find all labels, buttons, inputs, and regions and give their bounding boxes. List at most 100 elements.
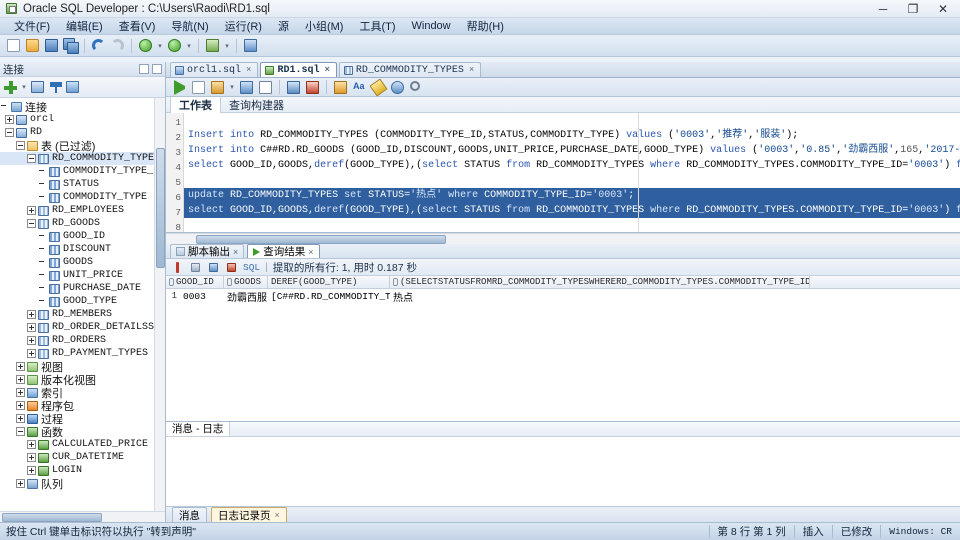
close-icon[interactable]: × <box>308 247 313 257</box>
sql-line[interactable]: Insert into C##RD.RD_GOODS (GOOD_ID,DISC… <box>184 143 960 158</box>
editor-horizontal-scrollbar[interactable] <box>166 233 960 244</box>
tree-item[interactable]: 程序包 <box>0 399 165 413</box>
result-tab-script-output[interactable]: 脚本输出 × <box>170 244 245 258</box>
rollback-icon[interactable] <box>304 79 321 96</box>
sql-line[interactable]: select GOOD_ID,GOODS,deref(GOOD_TYPE),(s… <box>184 158 960 173</box>
tree-item[interactable]: RD_GOODS <box>0 217 165 230</box>
editor-tab-rd1[interactable]: RD1.sql × <box>260 62 337 77</box>
tree-item[interactable]: LOGIN <box>0 464 165 477</box>
grid-column-header[interactable]: (SELECTSTATUSFROMRD_COMMODITY_TYPESWHERE… <box>390 276 811 288</box>
navigate-back-caret-icon[interactable]: ▾ <box>156 38 164 54</box>
expand-icon[interactable] <box>27 453 36 462</box>
table-row[interactable]: 10003劲霸西服[C##RD.RD_COMMODITY_TYPE]热点 <box>166 289 960 304</box>
navigate-forward-icon[interactable] <box>166 37 183 54</box>
expand-icon[interactable] <box>16 414 25 423</box>
tree-item[interactable]: 函数 <box>0 425 165 439</box>
tree-item[interactable]: 队列 <box>0 477 165 491</box>
tree-item[interactable]: DISCOUNT <box>0 243 165 256</box>
filter-icon[interactable] <box>50 81 63 94</box>
message-log-body[interactable] <box>166 437 960 506</box>
expand-icon[interactable] <box>27 440 36 449</box>
commit-icon[interactable] <box>285 79 302 96</box>
result-grid[interactable]: GOOD_ID GOODS DEREF(GOOD_TYPE) (SELECTSTATU… <box>166 276 960 422</box>
sql-history-icon[interactable] <box>257 79 274 96</box>
new-connection-icon[interactable] <box>4 80 17 94</box>
export-icon[interactable] <box>207 261 220 274</box>
sql-line[interactable] <box>184 218 960 232</box>
run-debug-caret-icon[interactable]: ▾ <box>223 38 231 54</box>
autotrace-icon[interactable] <box>238 79 255 96</box>
open-folder-icon[interactable] <box>24 37 41 54</box>
tree-item[interactable]: CUR_DATETIME <box>0 451 165 464</box>
minimize-button[interactable]: ─ <box>868 0 898 17</box>
collapse-icon[interactable] <box>5 128 14 137</box>
navigate-back-icon[interactable] <box>137 37 154 54</box>
menu-window[interactable]: Window <box>404 19 459 33</box>
tab-logging-page[interactable]: 日志记录页 × <box>211 507 287 522</box>
menu-edit[interactable]: 编辑(E) <box>58 17 111 35</box>
sql-editor[interactable]: 1 2 3 4 5 6 7 8 Insert into RD_COMMODITY_TYPES … <box>166 113 960 233</box>
expand-icon[interactable] <box>5 115 14 124</box>
menu-help[interactable]: 帮助(H) <box>459 17 512 35</box>
tree-vertical-scrollbar[interactable] <box>154 98 166 511</box>
snippet-icon[interactable] <box>389 79 406 96</box>
tree-item[interactable]: RD_MEMBERS <box>0 308 165 321</box>
sql-code-area[interactable]: Insert into RD_COMMODITY_TYPES (COMMODIT… <box>184 113 960 232</box>
connections-tree[interactable]: 连接 orcl RD 表 (已过滤) RD_COMMODITY_TYPES COMMODI… <box>0 98 166 511</box>
tree-item[interactable]: 索引 <box>0 386 165 400</box>
save-all-icon[interactable] <box>62 37 79 54</box>
format-icon[interactable]: Aa <box>351 79 368 96</box>
tree-item[interactable]: 表 (已过滤) <box>0 139 165 153</box>
menu-run[interactable]: 运行(R) <box>217 17 270 35</box>
result-grid-body[interactable]: 10003劲霸西服[C##RD.RD_COMMODITY_TYPE]热点 <box>166 289 960 304</box>
dropdown-caret-icon[interactable]: ▾ <box>20 79 28 95</box>
table-cell[interactable]: [C##RD.RD_COMMODITY_TYPE] <box>268 291 390 302</box>
tree-item[interactable]: RD_ORDER_DETAILSS <box>0 321 165 334</box>
result-tab-query-result[interactable]: 查询结果 × <box>247 244 320 258</box>
sql-line[interactable]: Insert into RD_COMMODITY_TYPES (COMMODIT… <box>184 128 960 143</box>
sql-line[interactable]: update RD_COMMODITY_TYPES set STATUS='热点… <box>184 188 960 203</box>
tab-messages[interactable]: 消息 <box>172 507 208 522</box>
tree-item[interactable]: orcl <box>0 113 165 126</box>
expand-icon[interactable] <box>16 375 25 384</box>
close-button[interactable]: ✕ <box>928 0 958 17</box>
run-script-icon[interactable] <box>190 79 207 96</box>
tree-item[interactable]: COMMODITY_TYPE <box>0 191 165 204</box>
expand-icon[interactable] <box>27 336 36 345</box>
unshared-worksheet-icon[interactable] <box>332 79 349 96</box>
tree-item[interactable]: RD_EMPLOYEES <box>0 204 165 217</box>
tree-item[interactable]: GOODS <box>0 256 165 269</box>
table-cell[interactable]: 热点 <box>390 289 810 304</box>
sql-line[interactable] <box>184 113 960 128</box>
expand-icon[interactable] <box>27 310 36 319</box>
tree-item[interactable]: GOOD_TYPE <box>0 295 165 308</box>
grid-column-header[interactable]: GOODS <box>224 276 269 288</box>
import-connection-icon[interactable] <box>31 81 44 93</box>
table-cell[interactable]: 0003 <box>180 291 224 302</box>
tree-horizontal-scrollbar[interactable] <box>0 511 166 522</box>
run-statement-icon[interactable] <box>171 79 188 96</box>
find-icon[interactable] <box>408 79 425 96</box>
collapse-icon[interactable] <box>27 154 36 163</box>
tree-item[interactable]: RD_ORDERS <box>0 334 165 347</box>
tab-query-builder[interactable]: 查询构建器 <box>221 96 292 114</box>
dropdown-caret-icon[interactable]: ▾ <box>228 79 236 95</box>
new-file-icon[interactable] <box>5 37 22 54</box>
collapse-icon[interactable] <box>16 141 25 150</box>
menu-file[interactable]: 文件(F) <box>6 17 58 35</box>
menu-team[interactable]: 小组(M) <box>297 17 352 35</box>
navigate-forward-caret-icon[interactable]: ▾ <box>185 38 193 54</box>
panel-float-icon[interactable] <box>152 64 163 74</box>
tree-item[interactable]: PURCHASE_DATE <box>0 282 165 295</box>
pin-icon[interactable] <box>171 261 184 274</box>
table-cell[interactable]: 劲霸西服 <box>224 289 268 304</box>
clear-icon[interactable] <box>369 77 388 97</box>
collapse-icon[interactable] <box>27 219 36 228</box>
sql-line[interactable]: select GOOD_ID,GOODS,deref(GOOD_TYPE),(s… <box>184 203 960 218</box>
maximize-button[interactable]: ❐ <box>898 0 928 17</box>
editor-tab-rd-commodity-types[interactable]: RD_COMMODITY_TYPES × <box>338 62 482 77</box>
close-icon[interactable]: × <box>233 247 238 257</box>
tree-item[interactable]: 过程 <box>0 412 165 426</box>
tree-item[interactable]: STATUS <box>0 178 165 191</box>
expand-icon[interactable] <box>27 349 36 358</box>
